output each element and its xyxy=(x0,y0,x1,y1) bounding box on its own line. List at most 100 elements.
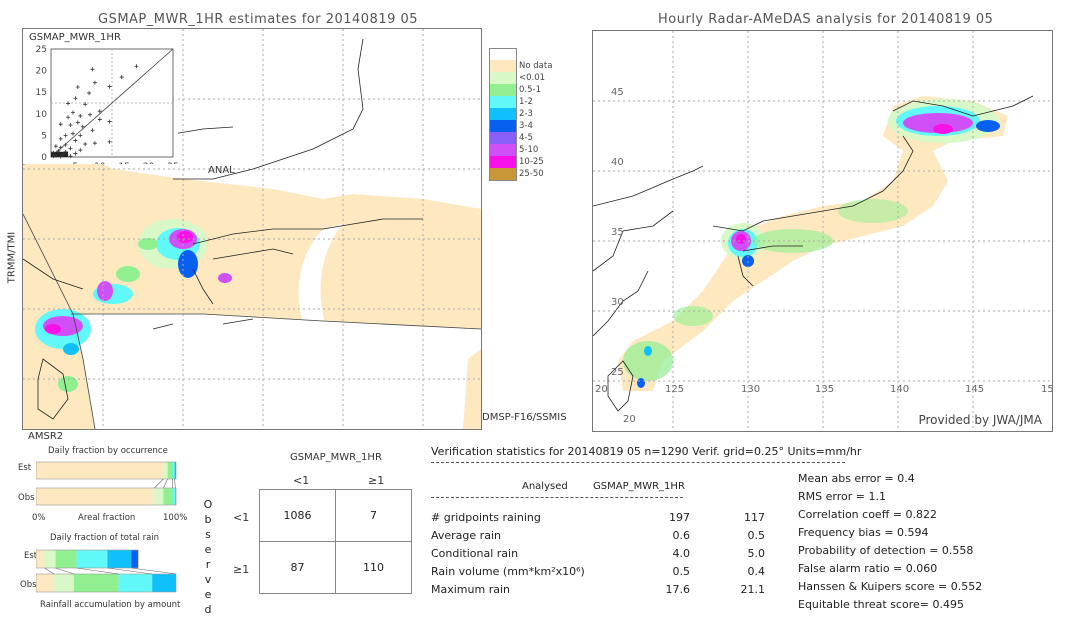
lon-label: 135 xyxy=(815,384,835,395)
axis-left-label: 0% xyxy=(32,513,46,523)
lon-label: 15 xyxy=(1041,384,1053,395)
bar-segment xyxy=(36,462,164,479)
cell-hit: 110 xyxy=(363,561,384,574)
scatter-point xyxy=(75,120,80,125)
legend-label: 4-5 xyxy=(519,133,533,143)
lat-label: 35 xyxy=(611,227,624,238)
y-tick-label: 10 xyxy=(36,110,48,120)
scatter-point xyxy=(90,67,95,72)
stat-model-value: 0.5 xyxy=(747,529,766,542)
scatter-point xyxy=(134,64,139,69)
legend-label: No data xyxy=(519,61,553,71)
left-map-title: GSMAP_MWR_1HR estimates for 20140819 05 xyxy=(98,12,419,27)
stat-analysed-value: 4.0 xyxy=(672,547,691,560)
bar-segment xyxy=(76,550,108,568)
lat-label: 25 xyxy=(611,367,624,378)
stat-label: Rain volume (mm*km²x10⁶) xyxy=(431,565,585,578)
scatter-point xyxy=(87,91,92,96)
scatter-point xyxy=(92,80,97,85)
score-line: Probability of detection = 0.558 xyxy=(798,544,974,557)
cell-miss: 87 xyxy=(290,561,305,574)
connector-line xyxy=(55,567,74,575)
scatter-point xyxy=(83,142,88,147)
bar-segment xyxy=(73,574,119,592)
legend-item: 4-5 xyxy=(489,132,569,144)
y-tick-label: 5 xyxy=(41,131,47,141)
scatter-point xyxy=(107,119,112,124)
lon-label: 140 xyxy=(890,384,910,395)
stat-label: # gridpoints raining xyxy=(431,511,541,524)
score-line: RMS error = 1.1 xyxy=(798,490,886,503)
legend-swatch xyxy=(489,84,517,96)
color-legend: No data <0.01 0.5-1 1-2 2-3 3-4 4-5 5-10 10-25 25… xyxy=(489,48,569,188)
scatter-point xyxy=(53,144,58,149)
legend-label: 25-50 xyxy=(519,169,544,179)
legend-item: 3-4 xyxy=(489,120,569,132)
stat-label: Conditional rain xyxy=(431,547,519,560)
score-line: Correlation coeff = 0.822 xyxy=(798,508,937,521)
legend-swatch xyxy=(489,156,517,168)
score-line: Equitable threat score= 0.495 xyxy=(798,598,964,611)
divider xyxy=(431,497,683,498)
col-header-lt1: <1 xyxy=(293,474,310,487)
right-map: 45 40 35 30 25 20 20 125 130 135 140 145 15 Provide… xyxy=(592,30,1053,432)
scatter-point xyxy=(63,133,68,138)
sensor-label-tmi: TRMM/TMI xyxy=(6,231,18,284)
legend-item: <0.01 xyxy=(489,72,569,84)
scatter-inset: GSMAP_MWR_1HR 0510152025510152025 xyxy=(23,29,178,164)
lon-label: 125 xyxy=(665,384,685,395)
row-header-lt1: <1 xyxy=(233,511,250,524)
occurrence-title: Daily fraction by occurrence xyxy=(48,446,168,456)
lon-label: 20 xyxy=(595,384,608,395)
connector-line xyxy=(154,478,164,489)
scatter-point xyxy=(78,113,83,118)
accumulation-title: Rainfall accumulation by amount xyxy=(40,600,181,610)
stat-model-value: 0.4 xyxy=(747,565,766,578)
stat-label: Average rain xyxy=(431,529,501,542)
contingency-title: GSMAP_MWR_1HR xyxy=(290,452,382,463)
legend-swatch xyxy=(489,72,517,84)
bar-segment xyxy=(55,550,77,568)
contingency-table: 1086 7 87 110 xyxy=(259,489,412,594)
bar-segment xyxy=(154,488,164,505)
legend-label: 5-10 xyxy=(519,145,539,155)
col-model: GSMAP_MWR_1HR xyxy=(593,481,685,492)
x-tick-label: 5 xyxy=(73,162,79,164)
y-tick-label: 20 xyxy=(36,67,48,77)
legend-swatch xyxy=(489,120,517,132)
scatter-point xyxy=(70,131,75,136)
scatter-xlabel: ANAL xyxy=(208,165,235,176)
score-line: Mean abs error = 0.4 xyxy=(798,472,915,485)
bar-segment xyxy=(36,488,155,505)
scatter-point xyxy=(58,136,63,141)
scatter-point xyxy=(58,145,63,150)
legend-item: 25-50 xyxy=(489,168,569,181)
sensor-label-ssmis: DMSP-F16/SSMIS xyxy=(482,412,567,423)
swath-ssmis xyxy=(463,349,481,429)
axis-mid-label: Areal fraction xyxy=(78,513,136,523)
connector-line xyxy=(131,567,177,575)
bar-segment xyxy=(163,462,168,479)
bar-segment xyxy=(163,488,173,505)
stat-label: Maximum rain xyxy=(431,583,510,596)
lat-label: 20 xyxy=(623,414,636,425)
bar-segment xyxy=(172,462,175,479)
lat-label: 40 xyxy=(611,157,624,168)
legend-swatch xyxy=(489,132,517,144)
scatter-plot: 0 5 10 15 20 25 5 10 15 20 25 xyxy=(36,45,178,164)
scatter-point xyxy=(66,101,71,106)
scatter-point xyxy=(68,146,73,151)
scatter-point xyxy=(66,115,71,120)
stat-model-value: 5.0 xyxy=(747,547,766,560)
score-line: False alarm ratio = 0.060 xyxy=(798,562,938,575)
connector-line xyxy=(174,478,176,489)
legend-item: 5-10 xyxy=(489,144,569,156)
x-tick-label: 15 xyxy=(118,162,129,164)
scatter-point xyxy=(63,142,68,147)
legend-item: 10-25 xyxy=(489,156,569,168)
legend-label: 10-25 xyxy=(519,157,544,167)
legend-item: No data xyxy=(489,60,569,72)
bar-segment xyxy=(107,550,132,568)
stat-analysed-value: 197 xyxy=(669,511,690,524)
legend-label: <0.01 xyxy=(519,73,546,83)
